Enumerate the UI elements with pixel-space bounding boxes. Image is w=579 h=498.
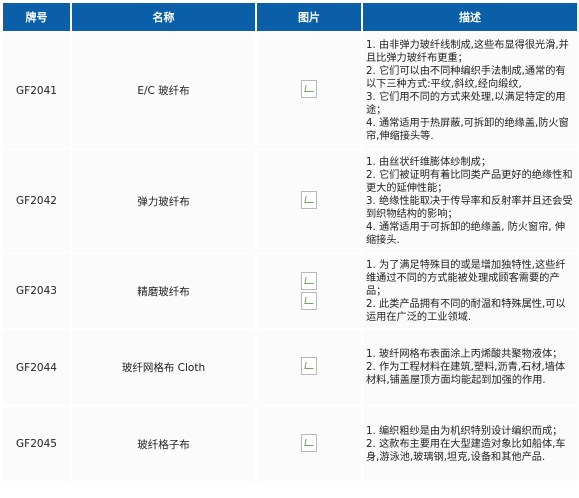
- table-row: GF2045 玻纤格子布 1. 编织粗纱是由为机织特别设计编织而成； 2. 这款…: [3, 407, 577, 481]
- cell-description: 1. 编织粗纱是由为机织特别设计编织而成； 2. 这款布主要用在大型建造对象比如…: [363, 407, 577, 481]
- description-line: 2. 作为工程材料在建筑,塑料,沥青,石材,墙体材料,铺盖屋顶方面均能起到加强的…: [366, 362, 566, 386]
- table-row: GF2044 玻纤网格布 Cloth 1. 玻纤网格布表面涂上丙烯酸共聚物液体；…: [3, 330, 577, 405]
- cell-name: 弹力玻纤布: [72, 150, 255, 252]
- description-line: 1. 编织粗纱是由为机织特别设计编织而成；: [366, 425, 563, 437]
- description-line: 2. 此类产品拥有不同的耐温和特殊属性,可以运用在广泛的工业领域.: [366, 298, 566, 323]
- description-line: 1. 玻纤网格布表面涂上丙烯酸共聚物液体；: [366, 349, 563, 360]
- header-name: 名称: [72, 3, 255, 31]
- broken-image-icon[interactable]: [301, 272, 317, 290]
- cell-name: 精磨玻纤布: [72, 254, 255, 328]
- broken-image-icon[interactable]: [301, 190, 317, 209]
- cell-name: 玻纤网格布 Cloth: [72, 330, 255, 405]
- cell-code: GF2044: [3, 330, 70, 405]
- cell-description: 1. 由非弹力玻纤线制成,这些布显得很光滑,并且比弹力玻纤布更重； 2. 它们可…: [363, 33, 577, 148]
- description-line: 2. 它们可以由不同种编织手法制成,通常的有以下三种方式:平纹,斜纹,经向缎纹,: [366, 65, 566, 90]
- broken-image-icon[interactable]: [301, 80, 317, 98]
- cell-image: [257, 254, 361, 328]
- product-table: 牌号 名称 图片 描述 GF2041 E/C 玻纤布 1. 由非弹力玻纤线制成,…: [1, 1, 579, 483]
- cell-description: 1. 为了满足特殊目的或是增加独特性,这些纤维通过不同的方式能被处理成顾客需要的…: [363, 254, 577, 328]
- cell-code: GF2045: [3, 407, 70, 481]
- broken-image-icon[interactable]: [301, 433, 317, 452]
- description-line: 2. 这款布主要用在大型建造对象比如船体,车身,游泳池,玻璃钢,坦克,设备和其他…: [366, 438, 566, 463]
- header-row: 牌号 名称 图片 描述: [3, 3, 577, 31]
- table-row: GF2041 E/C 玻纤布 1. 由非弹力玻纤线制成,这些布显得很光滑,并且比…: [3, 33, 577, 148]
- table-row: GF2043 精磨玻纤布 1. 为了满足特殊目的或是增加独特性,这些纤维通过不同…: [3, 254, 577, 328]
- header-description: 描述: [363, 3, 577, 31]
- description-line: 4. 通常适用于可拆卸的绝缘盖, 防火窗帘, 伸缩接头.: [366, 221, 566, 246]
- header-code: 牌号: [3, 3, 70, 31]
- description-line: 2. 它们被证明有着比同类产品更好的绝缘性和更大的延伸性能；: [366, 169, 573, 194]
- cell-image: [257, 330, 361, 405]
- cell-image: [257, 150, 361, 252]
- description-line: 1. 由非弹力玻纤线制成,这些布显得很光滑,并且比弹力玻纤布更重；: [366, 39, 569, 64]
- broken-image-icon[interactable]: [301, 357, 317, 375]
- table-row: GF2042 弹力玻纤布 1. 由丝状纤维膨体纱制成； 2. 它们被证明有着比同…: [3, 150, 577, 252]
- description-line: 4. 通常适用于热屏蔽,可拆卸的绝缘盖,防火窗帘,伸缩接头等.: [366, 117, 569, 142]
- cell-image: [257, 33, 361, 148]
- broken-image-icon[interactable]: [301, 292, 317, 310]
- cell-code: GF2043: [3, 254, 70, 328]
- cell-description: 1. 由丝状纤维膨体纱制成； 2. 它们被证明有着比同类产品更好的绝缘性和更大的…: [363, 150, 577, 252]
- description-line: 3. 它们用不同的方式来处理,以满足特定的用途；: [366, 91, 566, 116]
- cell-code: GF2041: [3, 33, 70, 148]
- cell-name: E/C 玻纤布: [72, 33, 255, 148]
- cell-image: [257, 407, 361, 481]
- header-image: 图片: [257, 3, 361, 31]
- cell-code: GF2042: [3, 150, 70, 252]
- description-line: 1. 由丝状纤维膨体纱制成；: [366, 156, 492, 168]
- description-line: 1. 为了满足特殊目的或是增加独特性,这些纤维通过不同的方式能被处理成顾客需要的…: [366, 259, 566, 297]
- description-line: 3. 绝缘性能取决于传导率和反射率并且还会受到织物结构的影响；: [366, 195, 573, 220]
- cell-description: 1. 玻纤网格布表面涂上丙烯酸共聚物液体； 2. 作为工程材料在建筑,塑料,沥青…: [363, 330, 577, 405]
- cell-name: 玻纤格子布: [72, 407, 255, 481]
